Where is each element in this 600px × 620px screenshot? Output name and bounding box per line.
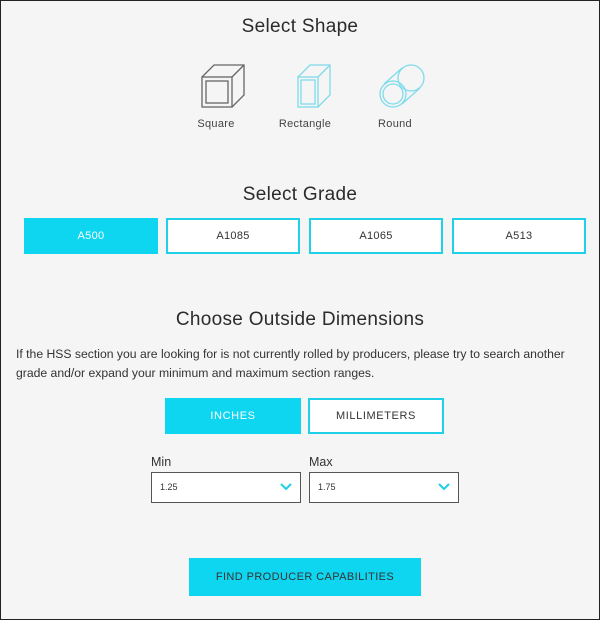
max-select[interactable]: 1.75 xyxy=(309,472,459,503)
units-inches-button[interactable]: INCHES xyxy=(165,398,301,434)
shape-option-rectangle[interactable]: Rectangle xyxy=(265,60,345,130)
select-grade-heading: Select Grade xyxy=(242,184,358,205)
units-millimeters-button[interactable]: MILLIMETERS xyxy=(308,398,444,434)
square-tube-icon xyxy=(201,64,245,108)
find-producer-capabilities-button[interactable]: FIND PRODUCER CAPABILITIES xyxy=(189,558,421,596)
shape-option-square[interactable]: Square xyxy=(176,60,256,130)
shape-option-round[interactable]: Round xyxy=(355,60,435,130)
shape-label-round: Round xyxy=(378,118,412,130)
max-label: Max xyxy=(309,455,333,469)
grade-button-a500[interactable]: A500 xyxy=(24,218,158,254)
dimensions-description: If the HSS section you are looking for i… xyxy=(16,347,565,380)
grade-button-a1065[interactable]: A1065 xyxy=(309,218,443,254)
min-select-value: 1.25 xyxy=(160,482,178,492)
min-label: Min xyxy=(151,455,172,469)
dimensions-heading: Choose Outside Dimensions xyxy=(175,309,425,330)
grade-button-a513[interactable]: A513 xyxy=(452,218,586,254)
round-tube-icon xyxy=(379,64,425,108)
shape-label-square: Square xyxy=(197,118,235,130)
shape-label-rectangle: Rectangle xyxy=(278,118,332,130)
rectangle-tube-icon xyxy=(297,64,331,108)
chevron-down-icon xyxy=(438,483,450,491)
min-select[interactable]: 1.25 xyxy=(151,472,301,503)
chevron-down-icon xyxy=(280,483,292,491)
max-select-value: 1.75 xyxy=(318,482,336,492)
select-shape-heading: Select Shape xyxy=(241,16,359,37)
grade-button-a1085[interactable]: A1085 xyxy=(166,218,300,254)
